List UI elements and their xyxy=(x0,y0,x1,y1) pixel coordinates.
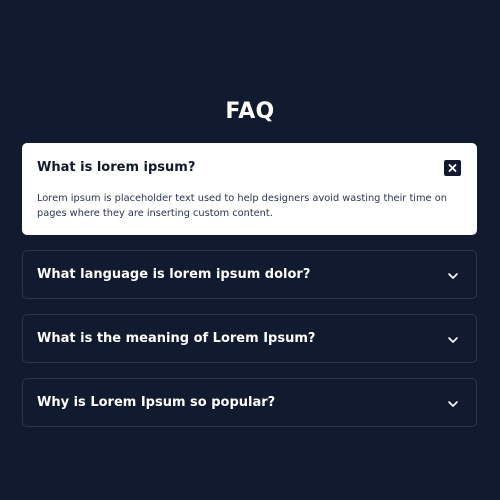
faq-answer-1: Lorem ipsum is placeholder text used to … xyxy=(37,193,447,219)
faq-item-2[interactable]: What language is lorem ipsum dolor? xyxy=(22,250,477,299)
faq-item-4[interactable]: Why is Lorem Ipsum so popular? xyxy=(22,378,477,427)
page-title: FAQ xyxy=(225,99,275,124)
close-icon xyxy=(448,164,457,172)
faq-question-2[interactable]: What language is lorem ipsum dolor? xyxy=(37,266,310,284)
faq-question-3[interactable]: What is the meaning of Lorem Ipsum? xyxy=(37,330,315,348)
faq-item-1[interactable]: What is lorem ipsum? Lorem ipsum is plac… xyxy=(22,143,477,235)
chevron-down-icon[interactable] xyxy=(446,399,460,409)
chevron-down-icon[interactable] xyxy=(446,335,460,345)
faq-item-3[interactable]: What is the meaning of Lorem Ipsum? xyxy=(22,314,477,363)
faq-question-1[interactable]: What is lorem ipsum? xyxy=(37,159,195,177)
close-button[interactable] xyxy=(444,160,461,176)
chevron-down-icon[interactable] xyxy=(446,271,460,281)
faq-question-4[interactable]: Why is Lorem Ipsum so popular? xyxy=(37,394,275,412)
